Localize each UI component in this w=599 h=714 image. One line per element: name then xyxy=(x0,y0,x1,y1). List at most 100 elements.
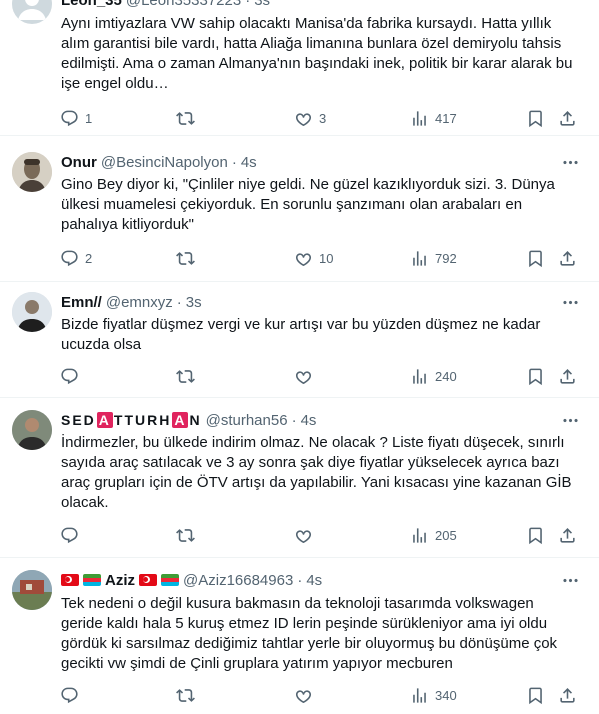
reply-button[interactable] xyxy=(60,523,85,547)
reply-icon xyxy=(61,687,78,703)
avatar[interactable] xyxy=(12,292,52,332)
tweet[interactable]: Aziz @Aziz16684963 · 4s Tek nedeni o değ… xyxy=(0,558,599,714)
reply-button[interactable]: 1 xyxy=(60,106,92,130)
views-button[interactable]: 240 xyxy=(410,364,457,388)
more-icon xyxy=(562,578,578,582)
more-icon xyxy=(562,418,578,422)
timestamp[interactable]: 4s xyxy=(306,572,322,589)
share-button[interactable] xyxy=(558,106,577,130)
views-icon xyxy=(413,110,426,126)
timestamp[interactable]: 4s xyxy=(241,154,257,171)
share-button[interactable] xyxy=(558,246,577,270)
retweet-button[interactable] xyxy=(176,683,201,707)
retweet-icon xyxy=(176,251,195,265)
retweet-icon xyxy=(176,369,195,383)
avatar[interactable] xyxy=(12,0,52,24)
azerbaijan-flag-icon xyxy=(161,574,179,586)
tweet[interactable]: SED A TTURH A N @sturhan56 · 4s İndirmezler,… xyxy=(0,398,599,558)
display-name[interactable]: Onur xyxy=(61,154,97,171)
tweet-text: Aynı imtiyazlara VW sahip olacaktı Manis… xyxy=(61,15,573,92)
bookmark-icon xyxy=(529,687,542,704)
display-name-part: TTURH xyxy=(113,412,172,428)
user-handle[interactable]: @emnxyz xyxy=(106,294,173,311)
views-button[interactable]: 792 xyxy=(410,246,457,270)
display-name-part: N xyxy=(189,412,202,428)
views-count: 417 xyxy=(435,110,457,126)
reply-icon xyxy=(61,250,78,266)
user-handle[interactable]: @BesinciNapolyon xyxy=(101,154,228,171)
display-name[interactable]: Aziz xyxy=(105,572,135,589)
more-options-button[interactable] xyxy=(559,570,581,590)
like-button[interactable]: 10 xyxy=(294,246,333,270)
bookmark-button[interactable] xyxy=(526,364,545,388)
share-button[interactable] xyxy=(558,523,577,547)
retweet-button[interactable] xyxy=(176,106,201,130)
tweet[interactable]: Emn// @emnxyz · 3s Bizde fiyatlar düşmez… xyxy=(0,282,599,398)
views-button[interactable]: 205 xyxy=(410,523,457,547)
views-button[interactable]: 417 xyxy=(410,106,457,130)
display-name[interactable]: SED A TTURH A N xyxy=(61,412,202,428)
turkey-flag-icon xyxy=(139,574,157,586)
like-button[interactable] xyxy=(294,683,319,707)
views-count: 205 xyxy=(435,527,457,543)
timestamp[interactable]: 3s xyxy=(186,294,202,311)
bookmark-button[interactable] xyxy=(526,246,545,270)
retweet-button[interactable] xyxy=(176,364,201,388)
more-options-button[interactable] xyxy=(559,410,581,430)
bookmark-button[interactable] xyxy=(526,683,545,707)
reply-button[interactable]: 2 xyxy=(60,246,92,270)
avatar[interactable] xyxy=(12,570,52,610)
timestamp[interactable]: 4s xyxy=(301,412,317,429)
tweet[interactable]: Onur @BesinciNapolyon · 4s Gino Bey diyo… xyxy=(0,136,599,282)
user-handle[interactable]: @Aziz16684963 xyxy=(183,572,293,589)
reply-count: 2 xyxy=(85,250,93,266)
bookmark-button[interactable] xyxy=(526,523,545,547)
reply-icon xyxy=(61,110,78,126)
display-name[interactable]: Leon_35 xyxy=(61,0,122,9)
reply-button[interactable] xyxy=(60,364,85,388)
like-button[interactable] xyxy=(294,523,319,547)
turkey-flag-icon xyxy=(61,574,79,586)
person-avatar xyxy=(12,410,52,450)
avatar[interactable] xyxy=(12,410,52,450)
separator: · xyxy=(231,153,237,171)
tweet-text: Bizde fiyatlar düşmez vergi ve kur artış… xyxy=(61,316,541,353)
tweet-header: SED A TTURH A N @sturhan56 · 4s xyxy=(61,410,559,430)
heart-icon xyxy=(295,252,312,266)
share-button[interactable] xyxy=(558,364,577,388)
heart-icon xyxy=(295,112,312,126)
more-options-button[interactable] xyxy=(559,152,581,172)
user-handle[interactable]: @Leon35337223 xyxy=(126,0,241,9)
display-name[interactable]: Emn// xyxy=(61,294,102,311)
views-count: 340 xyxy=(435,687,457,703)
tweet-text: İndirmezler, bu ülkede indirim olmaz. Ne… xyxy=(61,434,572,511)
share-button[interactable] xyxy=(558,683,577,707)
share-icon xyxy=(560,368,575,384)
more-options-button[interactable] xyxy=(559,292,581,312)
display-name-part: SED xyxy=(61,412,96,428)
tweet[interactable]: Leon_35 @Leon35337223 · 3s Aynı imtiyazl… xyxy=(0,0,599,136)
like-button[interactable] xyxy=(294,364,319,388)
share-icon xyxy=(560,527,575,543)
bookmark-button[interactable] xyxy=(526,106,545,130)
more-icon xyxy=(562,300,578,304)
retweet-button[interactable] xyxy=(176,246,201,270)
retweet-button[interactable] xyxy=(176,523,201,547)
tweet-header: Aziz @Aziz16684963 · 4s xyxy=(61,570,559,590)
tweet-header: Leon_35 @Leon35337223 · 3s xyxy=(61,0,559,10)
avatar[interactable] xyxy=(12,152,52,192)
like-button[interactable]: 3 xyxy=(294,106,326,130)
reply-icon xyxy=(61,527,78,543)
action-bar: 240 xyxy=(52,364,589,388)
tweet-header: Emn// @emnxyz · 3s xyxy=(61,292,559,312)
views-button[interactable]: 340 xyxy=(410,683,457,707)
tweet-text: Tek nedeni o değil kusura bakmasın da te… xyxy=(61,595,558,672)
bookmark-icon xyxy=(529,368,542,385)
azerbaijan-flag-icon xyxy=(83,574,101,586)
share-icon xyxy=(560,687,575,703)
views-icon xyxy=(413,527,426,543)
timestamp[interactable]: 3s xyxy=(254,0,270,9)
reply-button[interactable] xyxy=(60,683,85,707)
user-handle[interactable]: @sturhan56 xyxy=(206,412,288,429)
action-bar: 2 10 792 xyxy=(52,246,589,270)
